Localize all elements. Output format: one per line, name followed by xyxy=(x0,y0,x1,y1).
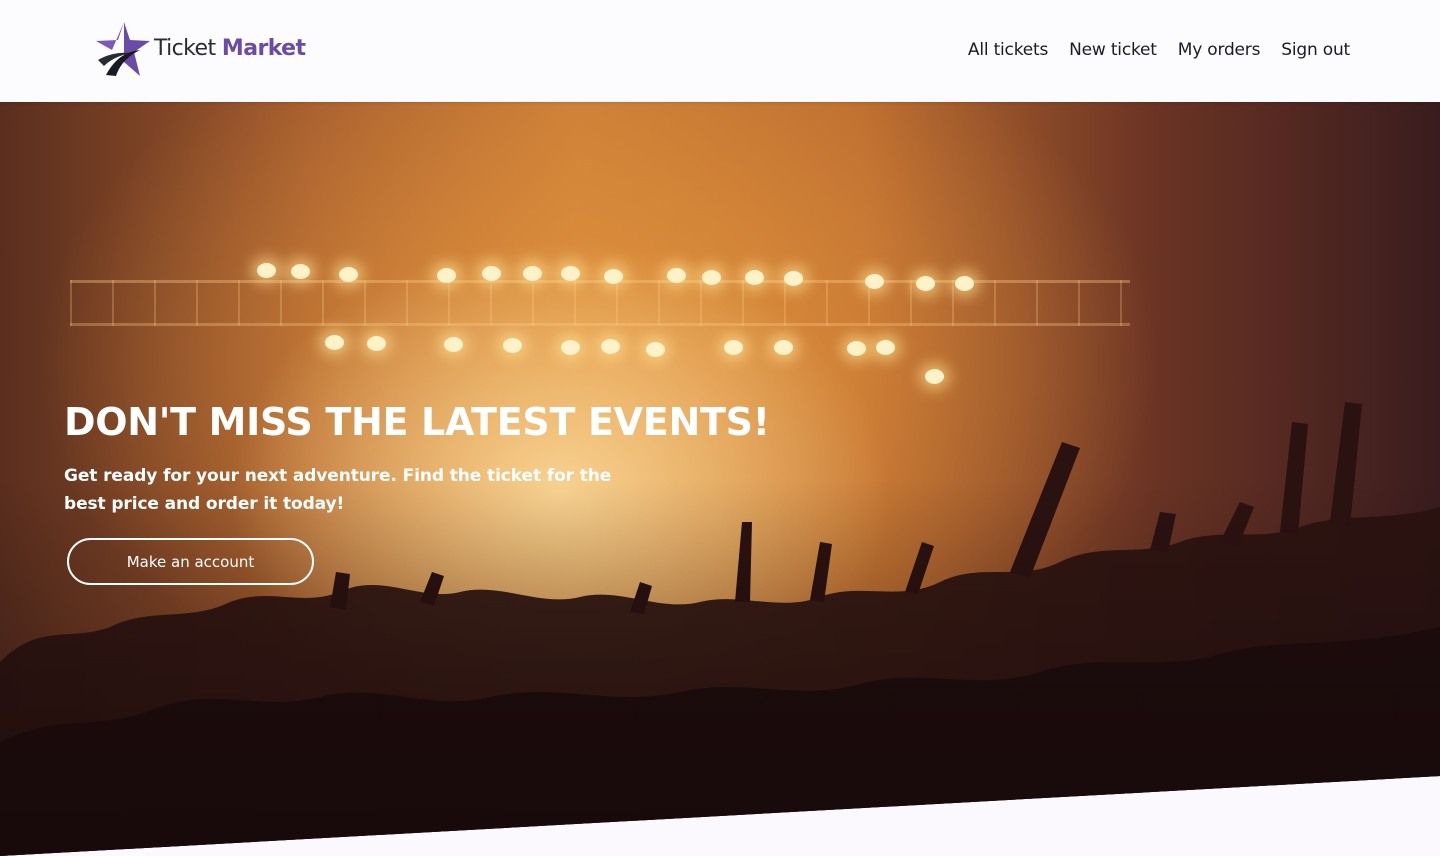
make-account-button[interactable]: Make an account xyxy=(67,538,314,585)
hero-content: DON'T MISS THE LATEST EVENTS! Get ready … xyxy=(64,398,770,585)
hero-subtitle: Get ready for your next adventure. Find … xyxy=(64,466,612,514)
brand-name-part2: Market xyxy=(221,36,306,61)
brand-logo[interactable]: Ticket Market xyxy=(94,20,306,78)
hero-title: DON'T MISS THE LATEST EVENTS! xyxy=(64,400,770,444)
nav-my-orders[interactable]: My orders xyxy=(1178,38,1261,62)
nav-sign-out[interactable]: Sign out xyxy=(1281,38,1350,62)
brand-name: Ticket Market xyxy=(154,36,306,61)
stage-truss xyxy=(70,280,1130,326)
nav-new-ticket[interactable]: New ticket xyxy=(1069,38,1157,62)
main-nav: All tickets New ticket My orders Sign ou… xyxy=(968,38,1350,62)
site-header: Ticket Market All tickets New ticket My … xyxy=(0,0,1440,102)
brand-name-part1: Ticket xyxy=(154,36,216,61)
hero-banner: DON'T MISS THE LATEST EVENTS! Get ready … xyxy=(0,102,1440,856)
star-logo-icon xyxy=(96,22,150,76)
nav-all-tickets[interactable]: All tickets xyxy=(968,38,1048,62)
